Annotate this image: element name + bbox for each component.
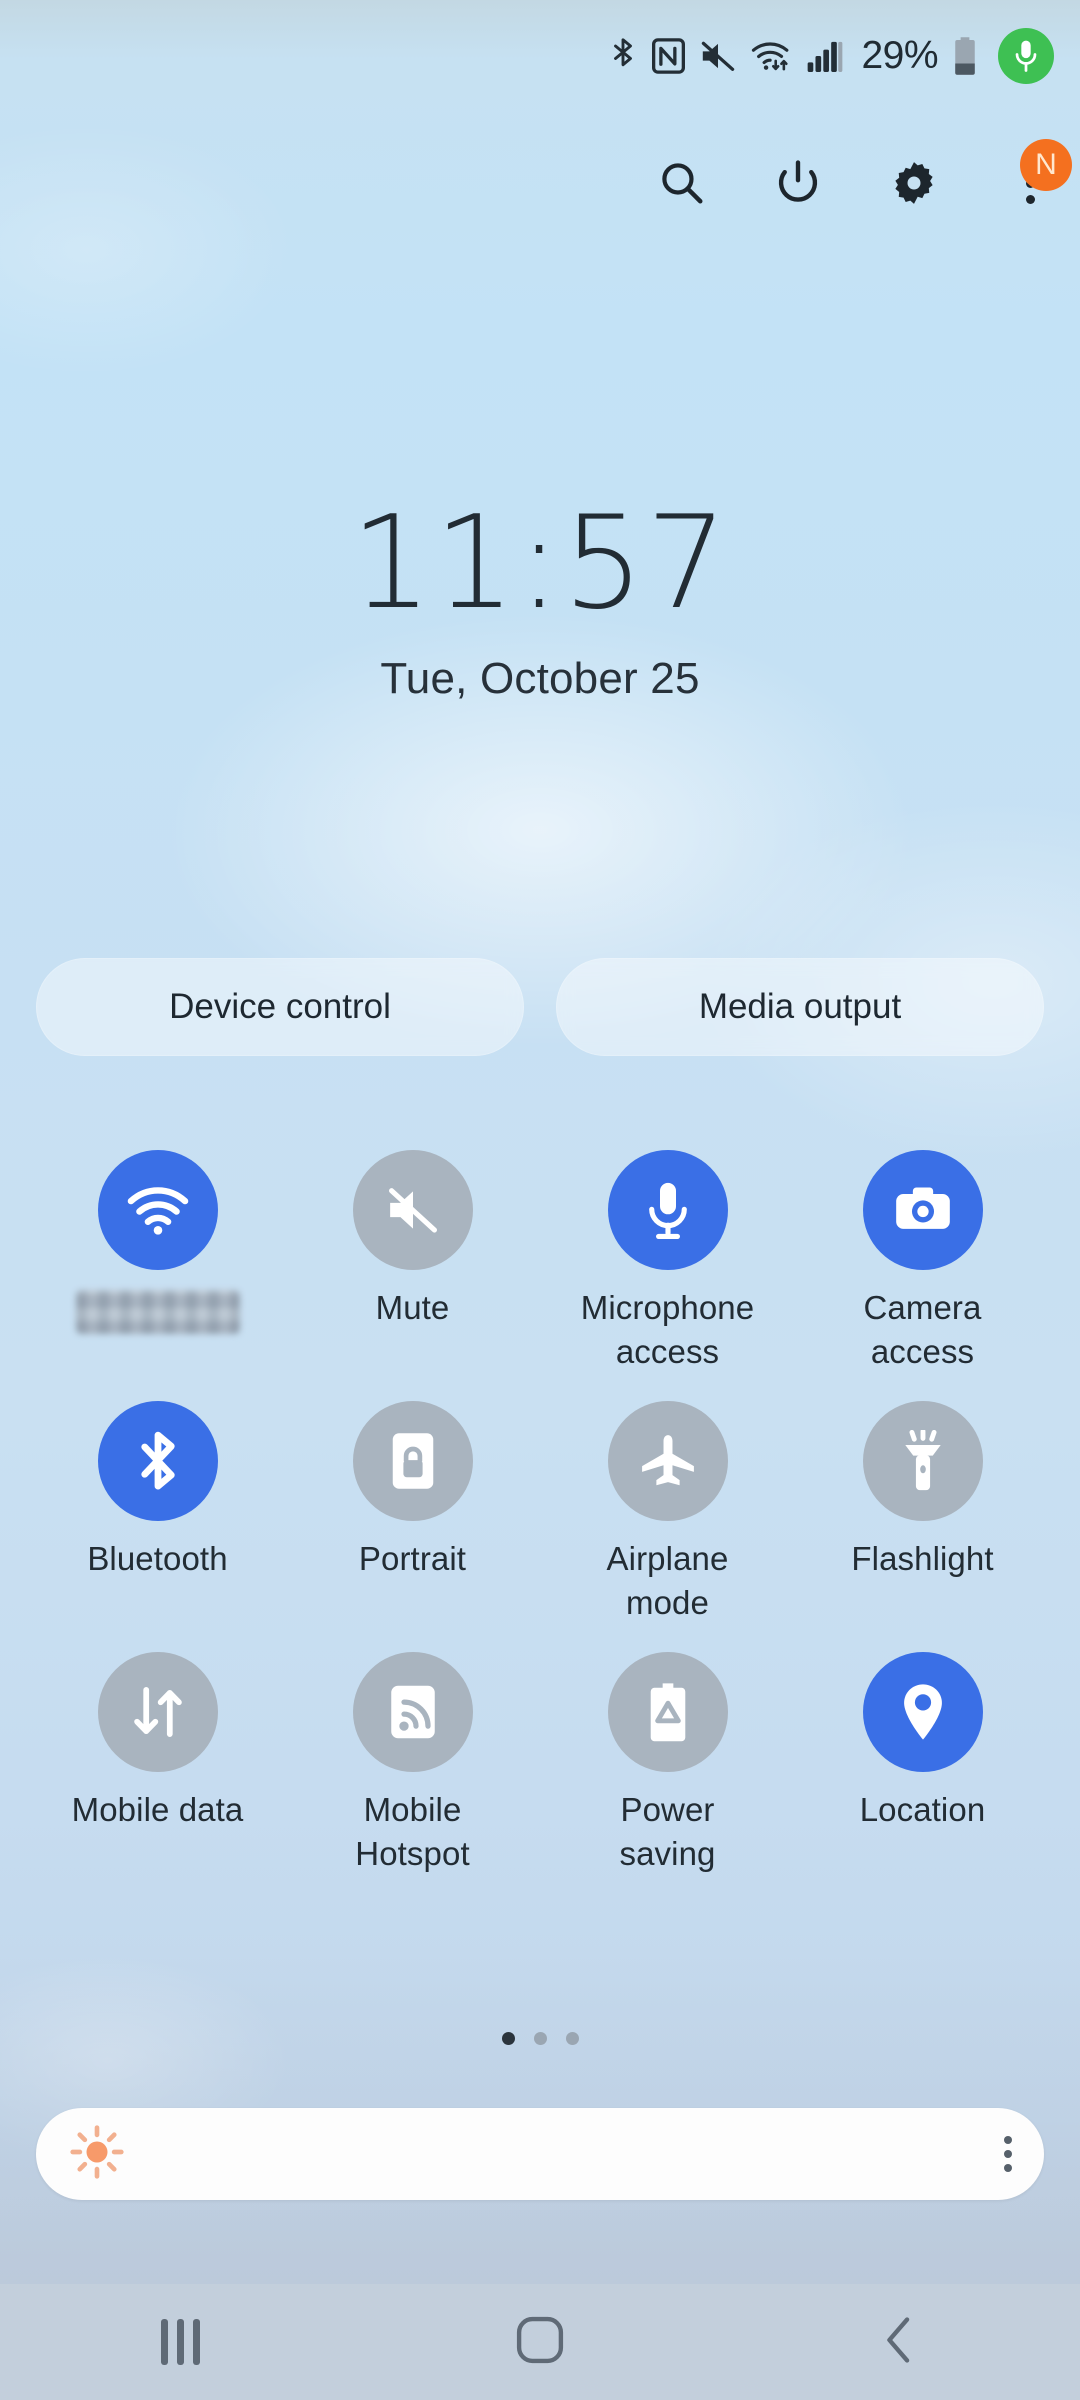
brightness-options-icon[interactable] xyxy=(1004,2136,1012,2172)
tile-mobile-data[interactable]: Mobile data xyxy=(30,1652,285,1875)
recents-icon xyxy=(160,2319,200,2365)
location-pin-icon xyxy=(862,1652,983,1773)
bluetooth-icon xyxy=(97,1401,218,1522)
search-button[interactable] xyxy=(654,155,710,211)
tile-camera-access[interactable]: Camera access xyxy=(795,1150,1050,1373)
tile-mobile-data-label: Mobile data xyxy=(71,1791,244,1829)
microphone-active-indicator xyxy=(998,28,1054,84)
tile-mobile-hotspot-label: Mobile Hotspot xyxy=(355,1791,470,1872)
quick-settings-header: N xyxy=(654,139,1072,211)
status-bar: 29% xyxy=(0,0,1080,112)
tile-microphone-access-label: Microphone access xyxy=(580,1289,755,1370)
power-saving-icon xyxy=(607,1652,728,1773)
settings-button[interactable] xyxy=(886,155,942,211)
tile-portrait[interactable]: Portrait xyxy=(285,1401,540,1624)
home-icon xyxy=(516,2316,564,2369)
brightness-slider[interactable] xyxy=(36,2108,1044,2200)
media-output-label: Media output xyxy=(698,987,902,1026)
airplane-icon xyxy=(607,1401,728,1522)
page-dot-3 xyxy=(565,2032,579,2045)
clock-time: 11:57 xyxy=(350,489,730,638)
home-button[interactable] xyxy=(480,2284,600,2400)
navigation-bar xyxy=(0,2284,1080,2400)
recents-button[interactable] xyxy=(120,2284,240,2400)
hotspot-icon xyxy=(352,1652,473,1773)
tile-wifi[interactable] xyxy=(30,1150,285,1373)
page-dot-2 xyxy=(533,2032,547,2045)
tile-camera-access-label: Camera access xyxy=(863,1289,982,1370)
bluetooth-icon xyxy=(608,37,638,75)
tile-bluetooth-label: Bluetooth xyxy=(87,1540,228,1578)
status-badge: N xyxy=(1020,139,1072,191)
tile-mobile-hotspot[interactable]: Mobile Hotspot xyxy=(285,1652,540,1875)
power-button[interactable] xyxy=(770,155,826,211)
tile-mute-label: Mute xyxy=(375,1289,450,1326)
wifi-icon xyxy=(751,38,793,74)
tile-wifi-label-redacted xyxy=(75,1290,240,1334)
nfc-icon xyxy=(652,38,686,74)
mute-icon xyxy=(699,39,737,73)
quick-settings-panel: 29% N 11:57 Tue, October 25 Device contr… xyxy=(0,0,1080,2400)
tile-flashlight-label: Flashlight xyxy=(851,1540,994,1578)
page-dot-1 xyxy=(501,2032,515,2045)
mobile-data-icon xyxy=(97,1652,218,1773)
camera-icon xyxy=(862,1150,983,1270)
more-options-button[interactable]: N xyxy=(1002,139,1072,211)
tile-bluetooth[interactable]: Bluetooth xyxy=(30,1401,285,1624)
clock-widget[interactable]: 11:57 Tue, October 25 xyxy=(0,500,1080,704)
quick-settings-grid: Mute Microphone access Camera access Blu… xyxy=(30,1150,1050,1875)
wifi-icon xyxy=(97,1150,218,1270)
flashlight-icon xyxy=(862,1401,983,1522)
page-indicator[interactable] xyxy=(0,2032,1080,2045)
back-icon xyxy=(880,2316,920,2369)
battery-percent-label: 29% xyxy=(861,34,938,77)
back-button[interactable] xyxy=(840,2284,960,2400)
tile-portrait-label: Portrait xyxy=(358,1540,467,1578)
tile-power-saving-label: Power saving xyxy=(619,1791,716,1872)
tile-flashlight[interactable]: Flashlight xyxy=(795,1401,1050,1624)
media-output-pill[interactable]: Media output xyxy=(556,958,1044,1056)
brightness-sun-icon xyxy=(70,2124,124,2184)
mute-icon xyxy=(352,1150,473,1270)
tile-airplane-mode-label: Airplane mode xyxy=(606,1540,729,1621)
rotation-lock-icon xyxy=(352,1401,473,1522)
tile-power-saving[interactable]: Power saving xyxy=(540,1652,795,1875)
device-control-label: Device control xyxy=(169,987,391,1026)
clock-date: Tue, October 25 xyxy=(380,654,700,703)
battery-icon xyxy=(952,36,978,76)
signal-icon xyxy=(807,39,843,73)
tile-location[interactable]: Location xyxy=(795,1652,1050,1875)
tile-location-label: Location xyxy=(859,1791,986,1829)
quick-action-pills: Device control Media output xyxy=(36,958,1044,1056)
tile-mute[interactable]: Mute xyxy=(285,1150,540,1373)
tile-airplane-mode[interactable]: Airplane mode xyxy=(540,1401,795,1624)
device-control-pill[interactable]: Device control xyxy=(36,958,524,1056)
microphone-icon xyxy=(607,1150,728,1270)
tile-microphone-access[interactable]: Microphone access xyxy=(540,1150,795,1373)
